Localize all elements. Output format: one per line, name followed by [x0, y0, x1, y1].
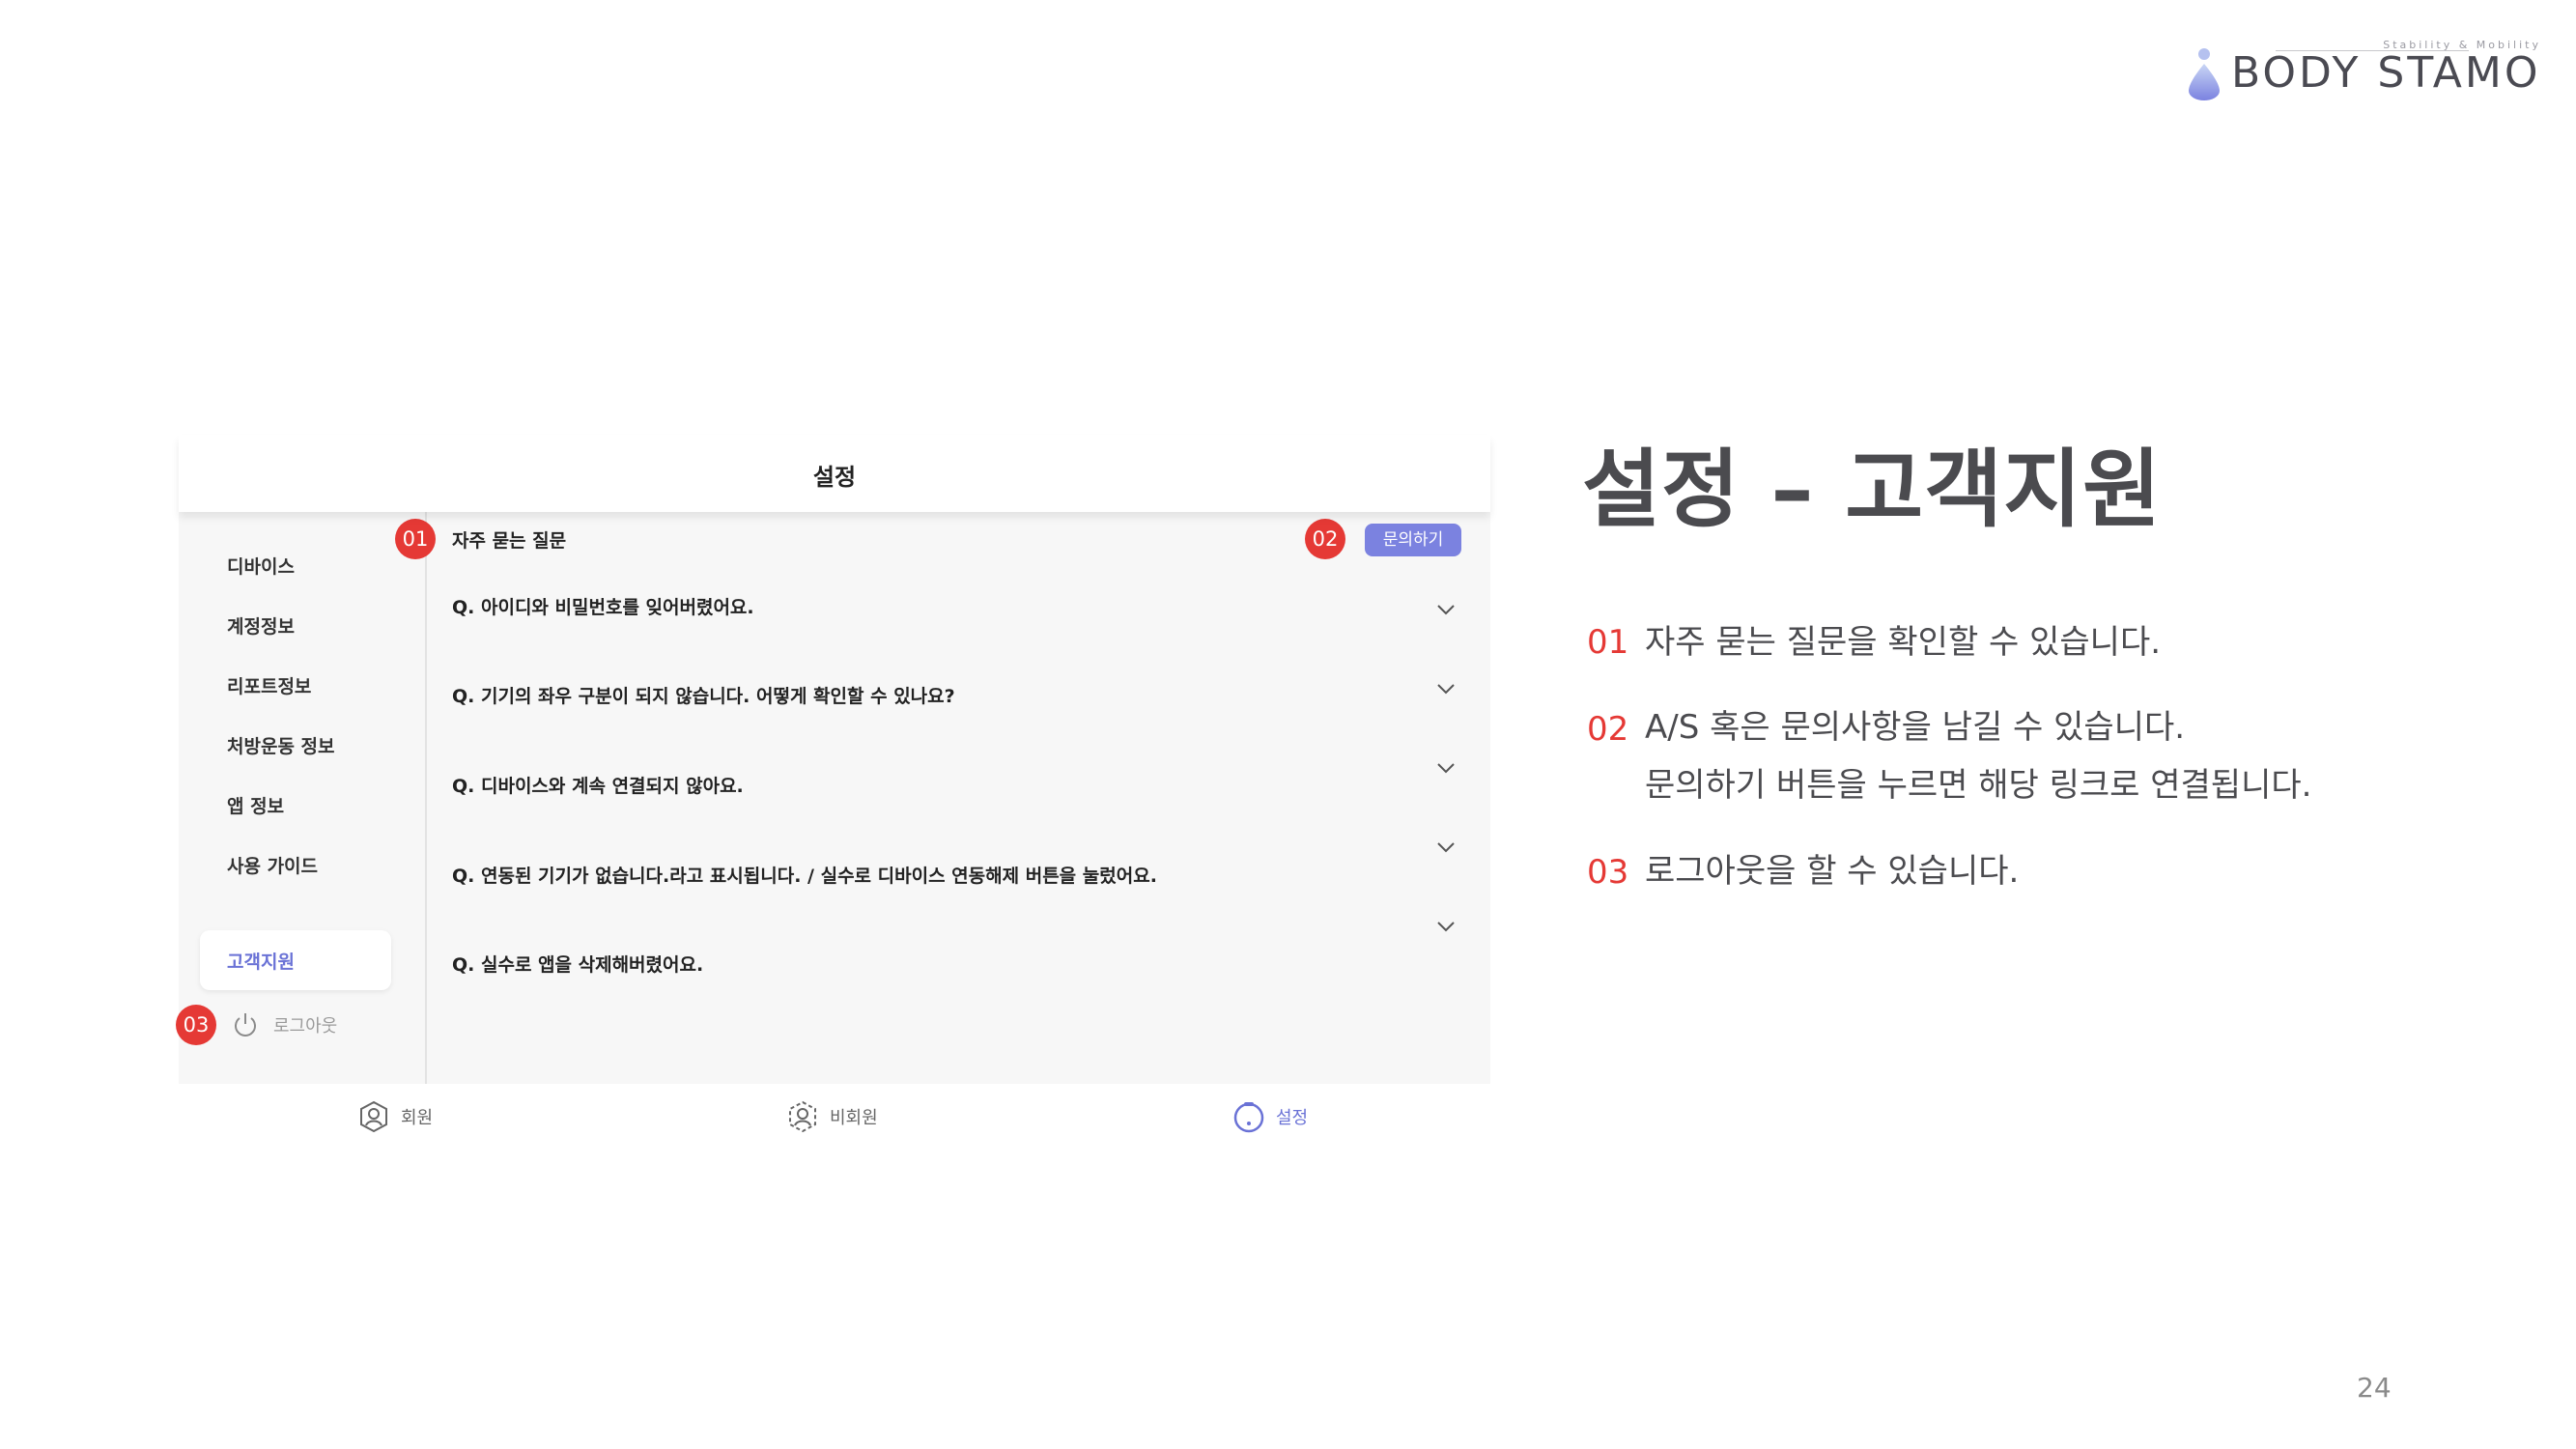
- faq-question-4[interactable]: Q. 연동된 기기가 없습니다.라고 표시됩니다. / 실수로 디바이스 연동해…: [452, 862, 1157, 888]
- sidebar-item-device[interactable]: 디바이스: [227, 553, 295, 579]
- sidebar-item-support[interactable]: 고객지원: [200, 930, 391, 990]
- sidebar-item-guide[interactable]: 사용 가이드: [227, 852, 318, 878]
- nav-tab-settings[interactable]: 설정: [1231, 1099, 1308, 1134]
- sidebar-item-app-info[interactable]: 앱 정보: [227, 792, 284, 818]
- marker-03: 03: [176, 1005, 216, 1045]
- member-icon: [360, 1100, 387, 1133]
- marker-02: 02: [1305, 519, 1345, 559]
- nav-tab-guest-label: 비회원: [830, 1108, 878, 1128]
- sidebar-item-prescription[interactable]: 처방운동 정보: [227, 732, 335, 758]
- desc-text-02-line-1: A/S 혹은 문의사항을 남길 수 있습니다.: [1645, 708, 2186, 747]
- desc-text-03-line-1: 로그아웃을 할 수 있습니다.: [1645, 852, 2020, 891]
- settings-icon: [1233, 1102, 1264, 1133]
- logo-wordmark: BODY STAMO: [2231, 48, 2541, 98]
- faq-question-5[interactable]: Q. 실수로 앱을 삭제해버렸어요.: [452, 951, 703, 977]
- faq-question-1[interactable]: Q. 아이디와 비밀번호를 잊어버렸어요.: [452, 593, 754, 619]
- sidebar-item-report[interactable]: 리포트정보: [227, 672, 311, 698]
- nav-tab-settings-label: 설정: [1276, 1108, 1309, 1128]
- nav-tab-member[interactable]: 회원: [356, 1099, 433, 1134]
- slide-title: 설정 – 고객지원: [1582, 440, 2163, 539]
- nav-tab-member-label: 회원: [401, 1108, 434, 1128]
- chevron-down-icon[interactable]: [1435, 761, 1457, 775]
- desc-text-01-line-1: 자주 묻는 질문을 확인할 수 있습니다.: [1645, 623, 2162, 662]
- desc-number-02: 02: [1587, 710, 1629, 749]
- marker-01: 01: [395, 519, 436, 559]
- app-header: 설정: [179, 435, 1490, 512]
- app-body: 디바이스 계정정보 리포트정보 처방운동 정보 앱 정보 사용 가이드 고객지원…: [179, 512, 1490, 1084]
- page-number: 24: [2357, 1372, 2392, 1404]
- desc-number-01: 01: [1587, 623, 1629, 662]
- brand-logo: Stability & Mobility BODY STAMO: [2185, 39, 2547, 100]
- sidebar-item-account[interactable]: 계정정보: [227, 612, 295, 639]
- logout-label: 로그아웃: [273, 1016, 338, 1037]
- app-header-title: 설정: [812, 464, 857, 491]
- sidebar-divider: [425, 512, 427, 1084]
- water-drop-logo-icon: [2189, 48, 2220, 100]
- inquiry-button[interactable]: 문의하기: [1365, 524, 1461, 556]
- chevron-down-icon[interactable]: [1435, 920, 1457, 933]
- faq-question-2[interactable]: Q. 기기의 좌우 구분이 되지 않습니다. 어떻게 확인할 수 있나요?: [452, 682, 955, 708]
- chevron-down-icon[interactable]: [1435, 840, 1457, 854]
- chevron-down-icon[interactable]: [1435, 682, 1457, 696]
- guest-icon: [789, 1100, 816, 1133]
- app-screenshot: 설정 디바이스 계정정보 리포트정보 처방운동 정보 앱 정보 사용 가이드 고…: [179, 435, 1490, 1154]
- bottom-nav: 회원 비회원 설정: [179, 1084, 1490, 1154]
- faq-question-3[interactable]: Q. 디바이스와 계속 연결되지 않아요.: [452, 772, 744, 798]
- chevron-down-icon[interactable]: [1435, 603, 1457, 616]
- settings-sidebar: 디바이스 계정정보 리포트정보 처방운동 정보 앱 정보 사용 가이드 고객지원…: [179, 512, 425, 1084]
- power-icon: [235, 1013, 256, 1037]
- sidebar-item-support-label: 고객지원: [227, 952, 295, 973]
- desc-number-03: 03: [1587, 853, 1629, 892]
- nav-tab-guest[interactable]: 비회원: [785, 1099, 878, 1134]
- logout-button[interactable]: 로그아웃: [231, 1009, 337, 1041]
- desc-text-02-line-2: 문의하기 버튼을 누르면 해당 링크로 연결됩니다.: [1645, 766, 2312, 805]
